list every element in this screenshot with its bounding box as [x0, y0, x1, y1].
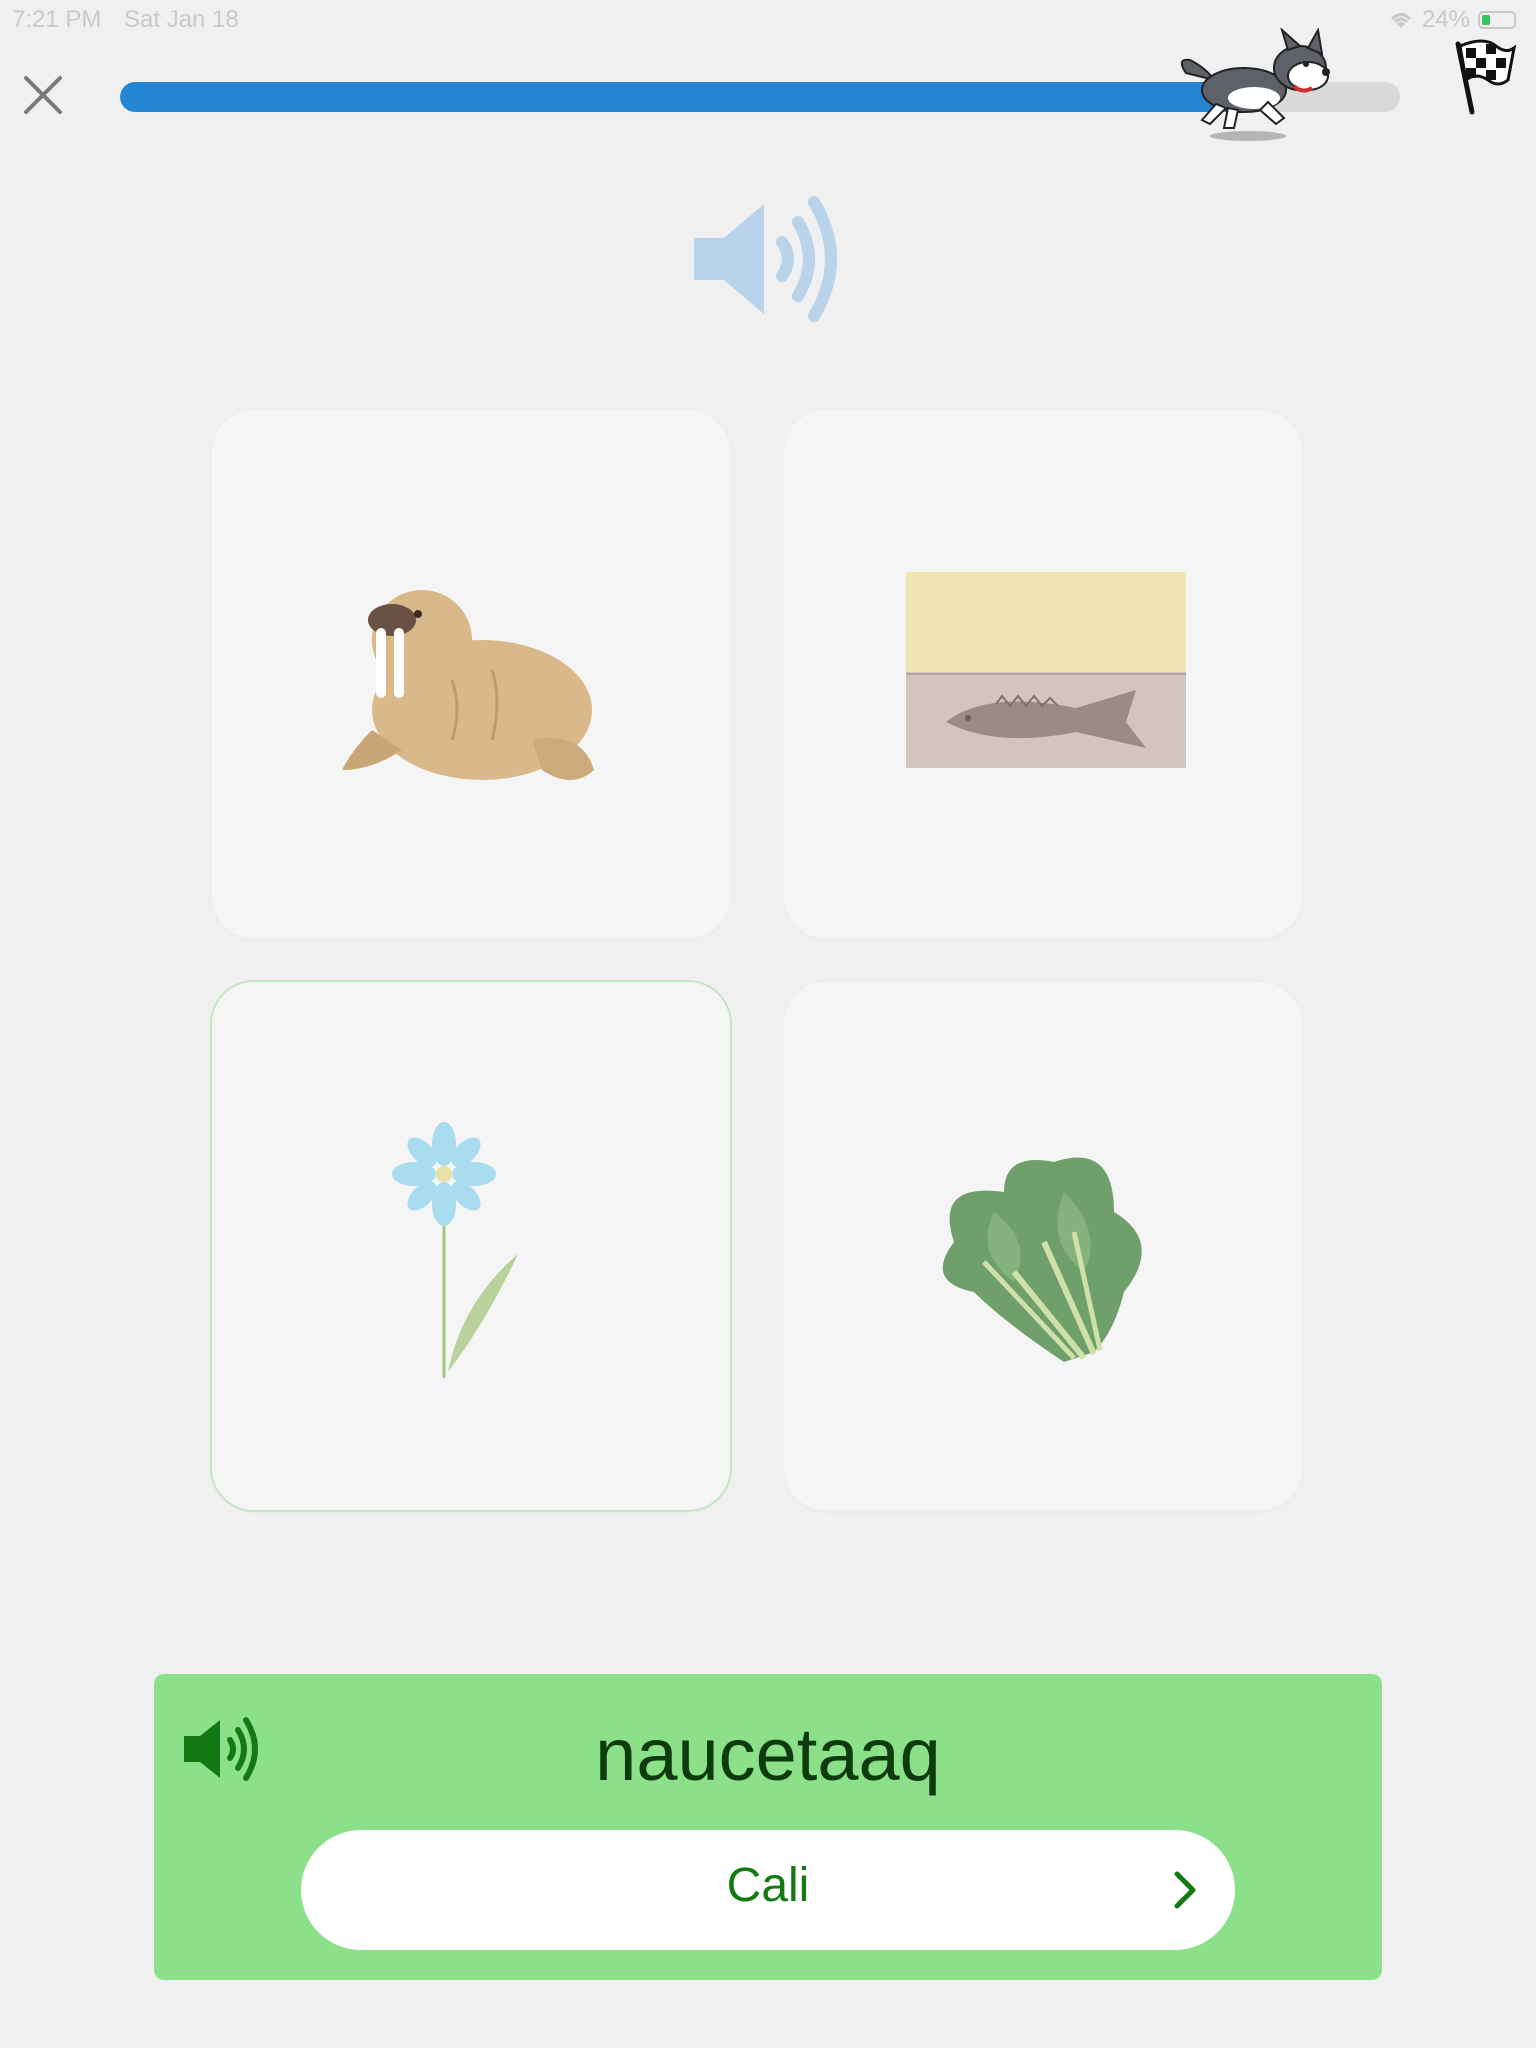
- status-date: Sat Jan 18: [124, 6, 239, 33]
- answer-panel: naucetaaq Cali: [154, 1674, 1382, 1980]
- choice-card-fish[interactable]: [782, 408, 1304, 940]
- leafy-greens-image: [942, 1157, 1142, 1362]
- lesson-screen: 7:21 PM Sat Jan 18 24% naucetaaq Cali: [0, 0, 1536, 2048]
- close-icon[interactable]: [20, 72, 66, 118]
- choice-card-walrus[interactable]: [210, 408, 732, 940]
- walrus-image: [342, 590, 594, 780]
- chevron-right-icon: [1174, 1871, 1196, 1909]
- continue-button[interactable]: Cali: [301, 1830, 1235, 1950]
- answer-word: naucetaaq: [595, 1713, 941, 1796]
- battery-icon: [1478, 11, 1516, 29]
- blue-flower-image: [392, 1122, 518, 1378]
- speaker-icon[interactable]: [690, 192, 846, 326]
- battery-percent: 24%: [1421, 6, 1470, 33]
- status-right: 24%: [1388, 6, 1516, 34]
- choice-card-greens[interactable]: [782, 980, 1304, 1512]
- progress-fill: [120, 82, 1247, 112]
- status-time: 7:21 PM: [12, 6, 102, 33]
- fish-in-sand-image: [906, 572, 1186, 768]
- continue-label: Cali: [726, 1859, 810, 1912]
- wifi-icon: [1390, 13, 1412, 28]
- choice-card-flower[interactable]: [210, 980, 732, 1512]
- husky-dog-icon: [1180, 28, 1330, 141]
- checkered-flag-icon: [1455, 39, 1517, 115]
